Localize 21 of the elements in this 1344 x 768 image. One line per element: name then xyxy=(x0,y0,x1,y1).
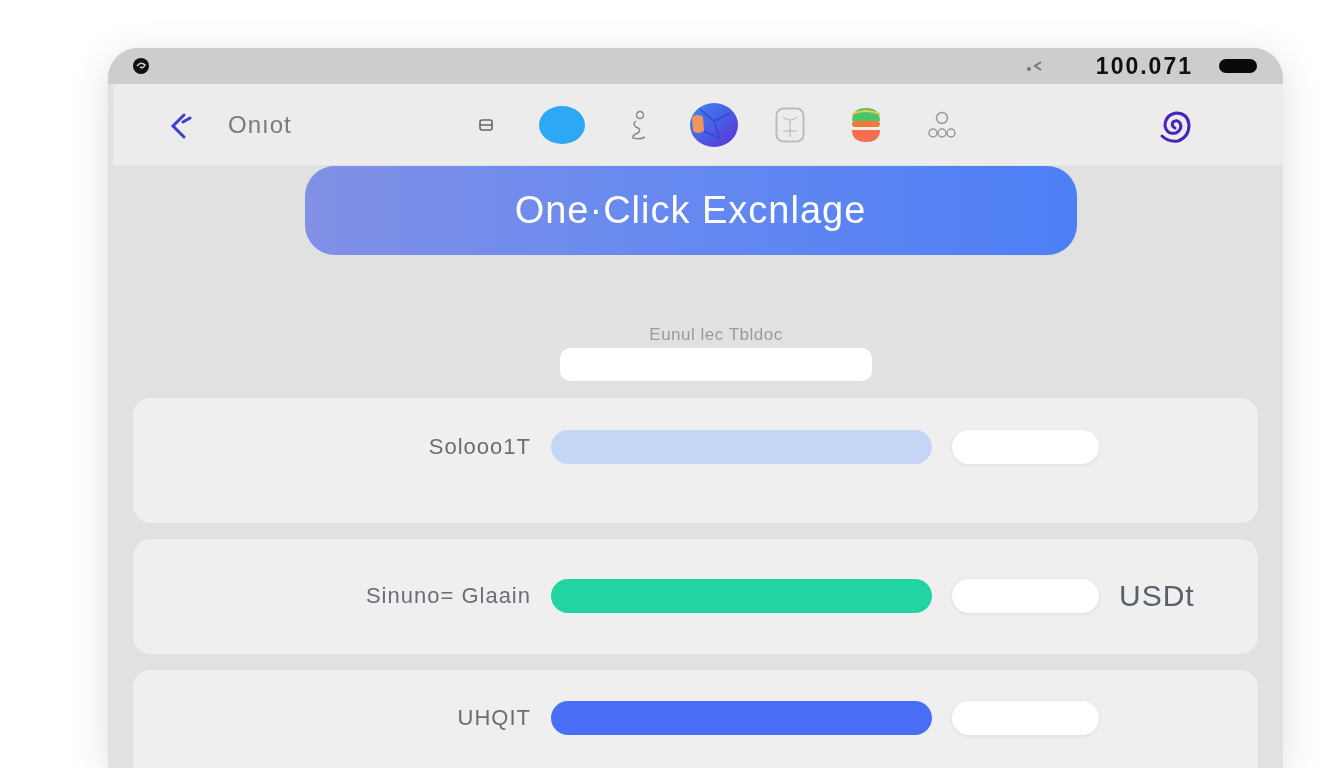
globe-icon[interactable] xyxy=(689,102,738,147)
input-field[interactable] xyxy=(560,348,872,381)
amount-field[interactable] xyxy=(952,579,1099,613)
page-title: Onıot xyxy=(228,110,292,139)
row-label: Sinuno= Glaain xyxy=(365,582,531,610)
amount-field[interactable] xyxy=(952,701,1099,735)
amount-field[interactable] xyxy=(952,430,1099,464)
swirl-icon xyxy=(132,57,150,75)
chevron-icon xyxy=(1025,60,1042,72)
group-icon[interactable] xyxy=(927,110,956,139)
tile-icon[interactable] xyxy=(774,106,805,143)
square-icon[interactable] xyxy=(478,118,493,131)
battery-icon xyxy=(1219,59,1257,73)
field-label: Eunul lec Tbldoc xyxy=(649,325,783,345)
circle-icon[interactable] xyxy=(538,105,585,144)
status-reading: 100.071 xyxy=(1095,52,1193,80)
row-label: Solooo1T xyxy=(428,433,531,461)
row-label: UHQIT xyxy=(457,704,531,732)
unit-label: USDt xyxy=(1119,579,1196,613)
exchange-button[interactable]: One·Click Excnlage xyxy=(304,166,1077,255)
burger-icon[interactable] xyxy=(850,106,881,143)
